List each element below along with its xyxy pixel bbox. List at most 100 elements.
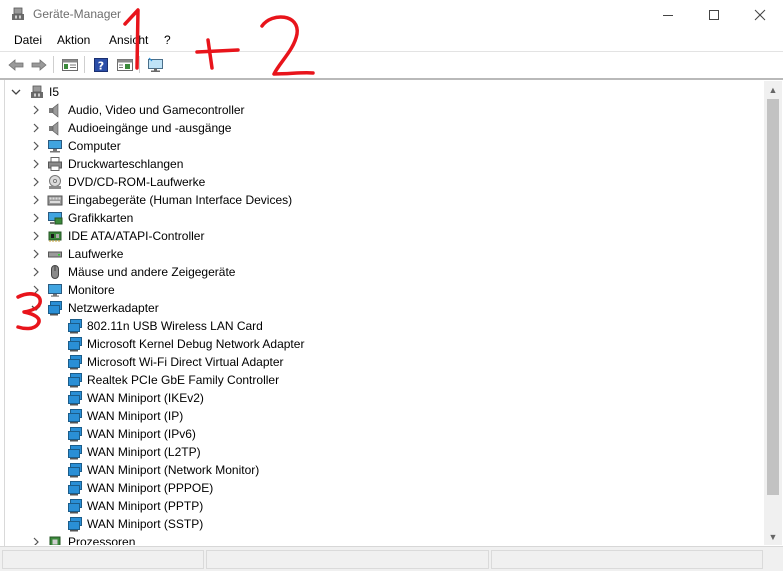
tree-device[interactable]: WAN Miniport (PPPOE) bbox=[5, 479, 745, 497]
svg-text:?: ? bbox=[98, 60, 104, 73]
maximize-icon bbox=[709, 10, 719, 20]
tree-category[interactable]: Audio, Video und Gamecontroller bbox=[5, 101, 745, 119]
tree-category[interactable]: Grafikkarten bbox=[5, 209, 745, 227]
tree-item-label: Laufwerke bbox=[68, 247, 124, 261]
tree-device[interactable]: WAN Miniport (IP) bbox=[5, 407, 745, 425]
toolbar: ? bbox=[0, 52, 783, 77]
minimize-button[interactable] bbox=[645, 0, 691, 30]
back-arrow-icon bbox=[8, 59, 24, 71]
network-adapter-icon bbox=[67, 390, 83, 406]
tree-device[interactable]: Microsoft Wi-Fi Direct Virtual Adapter bbox=[5, 353, 745, 371]
tree-device[interactable]: WAN Miniport (SSTP) bbox=[5, 515, 745, 533]
drive-icon bbox=[47, 246, 63, 262]
speaker-icon bbox=[47, 120, 63, 136]
scrollbar-thumb[interactable] bbox=[767, 99, 779, 495]
chevron-down-icon[interactable] bbox=[30, 301, 42, 315]
tree-item-label: Microsoft Kernel Debug Network Adapter bbox=[87, 337, 305, 351]
tree-item-label: WAN Miniport (IP) bbox=[87, 409, 184, 423]
tree-device[interactable]: WAN Miniport (L2TP) bbox=[5, 443, 745, 461]
monitor-scan-icon bbox=[148, 57, 163, 72]
computer-icon bbox=[47, 138, 63, 154]
keyboard-icon bbox=[47, 192, 63, 208]
tree-category[interactable]: Druckwarteschlangen bbox=[5, 155, 745, 173]
help-button[interactable]: ? bbox=[90, 54, 112, 76]
tree-item-label: IDE ATA/ATAPI-Controller bbox=[68, 229, 205, 243]
chevron-right-icon[interactable] bbox=[30, 121, 42, 135]
title-bar[interactable]: Geräte-Manager bbox=[0, 0, 783, 30]
tree-device[interactable]: WAN Miniport (PPTP) bbox=[5, 497, 745, 515]
tree-item-label: Prozessoren bbox=[68, 535, 136, 545]
minimize-icon bbox=[663, 15, 673, 16]
device-manager-icon bbox=[12, 7, 24, 20]
chevron-right-icon[interactable] bbox=[30, 229, 42, 243]
close-button[interactable] bbox=[737, 0, 783, 30]
tree-item-label: 802.11n USB Wireless LAN Card bbox=[87, 319, 263, 333]
maximize-button[interactable] bbox=[691, 0, 737, 30]
disc-drive-icon bbox=[47, 174, 63, 190]
tree-category[interactable]: Eingabegeräte (Human Interface Devices) bbox=[5, 191, 745, 209]
tree-category[interactable]: Laufwerke bbox=[5, 245, 745, 263]
tree-item-label: WAN Miniport (IPv6) bbox=[87, 427, 196, 441]
vertical-scrollbar[interactable]: ▲ ▼ bbox=[764, 81, 782, 545]
tree-item-label: I5 bbox=[49, 85, 60, 99]
chevron-right-icon[interactable] bbox=[30, 247, 42, 261]
tree-category[interactable]: Computer bbox=[5, 137, 745, 155]
chevron-right-icon[interactable] bbox=[30, 157, 42, 171]
tree-category[interactable]: Monitore bbox=[5, 281, 745, 299]
menu-bar: Datei Aktion Ansicht ? bbox=[0, 30, 783, 50]
menu-ansicht[interactable]: Ansicht bbox=[109, 33, 148, 47]
tree-item-label: WAN Miniport (PPPOE) bbox=[87, 481, 214, 495]
tree-item-label: Mäuse und andere Zeigegeräte bbox=[68, 265, 236, 279]
tree-category[interactable]: IDE ATA/ATAPI-Controller bbox=[5, 227, 745, 245]
menu-aktion[interactable]: Aktion bbox=[57, 33, 90, 47]
status-cell bbox=[491, 550, 763, 569]
tree-device[interactable]: WAN Miniport (Network Monitor) bbox=[5, 461, 745, 479]
view-button[interactable] bbox=[114, 54, 136, 76]
tree-device[interactable]: Microsoft Kernel Debug Network Adapter bbox=[5, 335, 745, 353]
back-button[interactable] bbox=[5, 54, 27, 76]
tree-category[interactable]: Netzwerkadapter bbox=[5, 299, 745, 317]
tree-item-label: Realtek PCIe GbE Family Controller bbox=[87, 373, 280, 387]
view-icon bbox=[117, 59, 133, 71]
device-tree[interactable]: I5 Audio, Video und Gamecontroller Audioei… bbox=[5, 81, 764, 545]
scroll-up-icon[interactable]: ▲ bbox=[764, 81, 782, 98]
forward-button[interactable] bbox=[28, 54, 50, 76]
chevron-right-icon[interactable] bbox=[30, 265, 42, 279]
chevron-right-icon[interactable] bbox=[30, 535, 42, 545]
chevron-right-icon[interactable] bbox=[30, 193, 42, 207]
scan-hardware-button[interactable] bbox=[145, 54, 167, 76]
help-icon: ? bbox=[94, 58, 108, 73]
tree-category[interactable]: Mäuse und andere Zeigegeräte bbox=[5, 263, 745, 281]
network-adapter-icon bbox=[67, 372, 83, 388]
tree-device[interactable]: Realtek PCIe GbE Family Controller bbox=[5, 371, 745, 389]
chevron-right-icon[interactable] bbox=[30, 139, 42, 153]
tree-device[interactable]: 802.11n USB Wireless LAN Card bbox=[5, 317, 745, 335]
tree-category[interactable]: DVD/CD-ROM-Laufwerke bbox=[5, 173, 745, 191]
tree-device[interactable]: WAN Miniport (IPv6) bbox=[5, 425, 745, 443]
tree-device[interactable]: WAN Miniport (IKEv2) bbox=[5, 389, 745, 407]
toolbar-separator bbox=[84, 56, 85, 73]
network-adapter-icon bbox=[67, 426, 83, 442]
network-adapter-icon bbox=[67, 516, 83, 532]
menu-datei[interactable]: Datei bbox=[14, 33, 42, 47]
tree-category[interactable]: Prozessoren bbox=[5, 533, 745, 545]
properties-button[interactable] bbox=[59, 54, 81, 76]
chevron-right-icon[interactable] bbox=[30, 103, 42, 117]
tree-item-label: DVD/CD-ROM-Laufwerke bbox=[68, 175, 206, 189]
processor-icon bbox=[47, 534, 63, 545]
scroll-down-icon[interactable]: ▼ bbox=[764, 528, 782, 545]
tree-item-label: WAN Miniport (SSTP) bbox=[87, 517, 204, 531]
status-bar bbox=[0, 546, 783, 571]
tree-category[interactable]: Audioeingänge und -ausgänge bbox=[5, 119, 745, 137]
chevron-right-icon[interactable] bbox=[30, 283, 42, 297]
chevron-down-icon[interactable] bbox=[10, 85, 22, 99]
controller-icon bbox=[47, 228, 63, 244]
chevron-right-icon[interactable] bbox=[30, 175, 42, 189]
tree-root[interactable]: I5 bbox=[5, 83, 745, 101]
printer-icon bbox=[47, 156, 63, 172]
tree-item-label: Druckwarteschlangen bbox=[68, 157, 184, 171]
network-adapter-icon bbox=[67, 354, 83, 370]
chevron-right-icon[interactable] bbox=[30, 211, 42, 225]
tree-item-label: Audio, Video und Gamecontroller bbox=[68, 103, 245, 117]
menu-help[interactable]: ? bbox=[164, 33, 171, 47]
